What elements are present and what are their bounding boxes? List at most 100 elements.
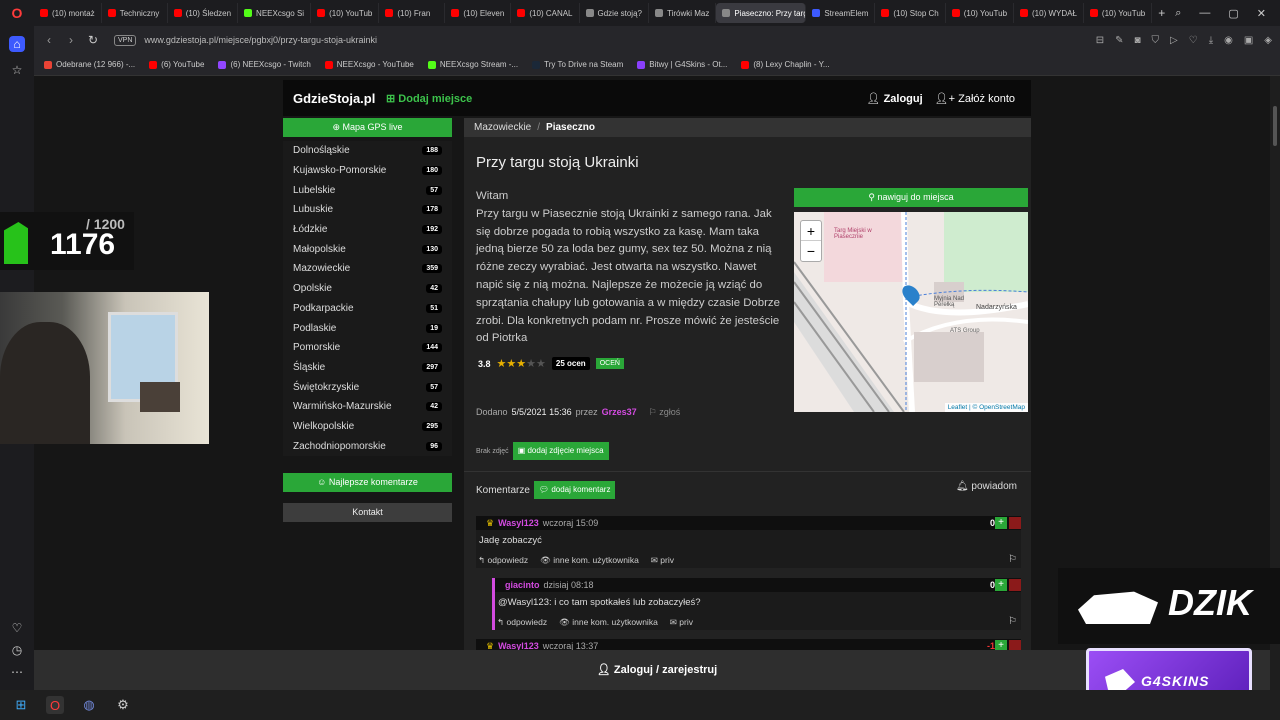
login-link[interactable]: 👤︎ Zaloguj [867,92,923,105]
box-icon[interactable]: ▣ [1244,35,1253,46]
author-link[interactable]: Grzes37 [602,407,637,418]
downvote-button[interactable] [1009,517,1021,529]
profile-icon[interactable]: ◉ [1224,35,1233,46]
heart-icon[interactable]: ♡ [1189,35,1198,46]
minimize-button[interactable]: — [1199,7,1210,19]
region-item[interactable]: Lubelskie 57 [283,180,452,200]
add-photo-button[interactable]: ▣ dodaj zdjęcie miejsca [512,442,609,460]
history-icon[interactable]: ◷ [9,642,25,658]
priv-link[interactable]: ✉ priv [670,617,693,628]
reload-button[interactable]: ↻ [82,33,104,47]
back-button[interactable]: ‹ [38,33,60,47]
split-icon[interactable]: ⊟ [1096,35,1104,46]
home-icon[interactable]: ⌂ [9,36,25,52]
region-item[interactable]: Małopolskie 130 [283,239,452,259]
browser-tab[interactable]: (10) Eleven [445,3,512,23]
location-map[interactable]: + − Targ Miejski w Piasecznie Myjnia Nad… [794,212,1028,412]
browser-tab[interactable]: Piaseczno: Przy targu [716,3,807,23]
reply-link[interactable]: ↰ odpowiedz [478,555,528,566]
bookmark-item[interactable]: NEEXcsgo Stream -... [427,60,518,69]
register-link[interactable]: 👤︎+ Załóż konto [935,92,1015,105]
report-link[interactable]: ⚐ zgłoś [649,407,681,418]
browser-tab[interactable]: (10) WYDAŁ [1014,3,1084,23]
browser-tab[interactable]: (10) YouTub [311,3,380,23]
region-item[interactable]: Warmińsko-Mazurskie 42 [283,397,452,417]
best-comments-button[interactable]: ☺ Najlepsze komentarze [283,473,452,492]
notify-link[interactable]: 🔔︎ powiadom [956,481,1017,492]
star-icon[interactable]: ★ [516,358,526,370]
browser-tab[interactable]: (10) Stop Ch [875,3,946,23]
zoom-out-button[interactable]: − [801,241,821,261]
region-item[interactable]: Zachodniopomorskie 96 [283,436,452,456]
region-item[interactable]: Łódzkie 192 [283,220,452,240]
region-item[interactable]: Śląskie 297 [283,358,452,378]
map-attribution[interactable]: Leaflet | © OpenStreetMap [944,403,1028,412]
star-icon[interactable]: ★ [536,358,546,370]
region-item[interactable]: Kujawsko-Pomorskie 180 [283,161,452,181]
browser-tab[interactable]: (10) YouTub [1084,3,1153,23]
upvote-button[interactable]: + [995,579,1007,591]
browser-tab[interactable]: Tirówki Maz [649,3,717,23]
browser-tab[interactable]: (10) montaż [34,3,102,23]
region-item[interactable]: Świętokrzyskie 57 [283,377,452,397]
add-comment-button[interactable]: 💬︎ dodaj komentarz [533,481,616,499]
other-comments-link[interactable]: 👁︎ inne kom. użytkownika [559,617,658,628]
heart-icon[interactable]: ♡ [9,620,25,636]
vpn-badge[interactable]: VPN [114,34,137,46]
bookmark-item[interactable]: (8) Lexy Chaplin - Y... [741,60,830,69]
maximize-button[interactable]: ▢ [1228,7,1238,20]
app-taskbar-icon[interactable]: ⚙ [114,696,132,714]
region-item[interactable]: Mazowieckie 359 [283,259,452,279]
region-item[interactable]: Podlaskie 19 [283,318,452,338]
add-place-link[interactable]: ⊞ Dodaj miejsce [386,92,472,105]
search-tabs-icon[interactable]: ⌕ [1175,7,1181,20]
priv-link[interactable]: ✉ priv [651,555,674,566]
opera-taskbar-icon[interactable]: O [46,696,64,714]
region-item[interactable]: Podkarpackie 51 [283,299,452,319]
opera-logo-icon[interactable]: O [0,0,34,26]
close-window-button[interactable]: ✕ [1257,7,1266,20]
bookmark-item[interactable]: Try To Drive na Steam [532,60,623,69]
site-logo[interactable]: GdzieStoja.pl [293,91,375,106]
flag-icon[interactable]: ⚐ [1008,616,1017,627]
star-icon[interactable]: ★ [526,358,536,370]
gps-map-button[interactable]: ⊕ Mapa GPS live [283,118,452,137]
region-item[interactable]: Dolnośląskie 188 [283,141,452,161]
browser-tab[interactable]: NEEXcsgo Si [238,3,312,23]
browser-tab[interactable]: Techniczny [102,3,168,23]
region-item[interactable]: Wielkopolskie 295 [283,417,452,437]
browser-tab[interactable]: (10) YouTub [946,3,1015,23]
breadcrumb-region[interactable]: Mazowieckie [474,122,531,133]
bookmark-item[interactable]: (6) YouTube [149,60,204,69]
region-item[interactable]: Lubuskie 178 [283,200,452,220]
comment-author[interactable]: Wasyl123 [498,518,539,528]
shield-icon[interactable]: ⛉ [1152,35,1160,46]
ai-icon[interactable]: ◈ [1264,35,1272,46]
windows-start-icon[interactable]: ⊞ [12,696,30,714]
bookmark-item[interactable]: NEEXcsgo - YouTube [324,60,414,69]
bookmark-item[interactable]: Odebrane (12 966) -... [44,60,135,69]
url-field[interactable]: www.gdziestoja.pl/miejsce/pgbxj0/przy-ta… [144,35,377,45]
star-icon[interactable]: ★ [506,358,516,370]
new-tab-button[interactable]: + [1152,3,1172,23]
zoom-in-button[interactable]: + [801,221,821,241]
scrollbar-thumb[interactable] [1273,106,1277,146]
browser-tab[interactable]: (10) CANAL [511,3,580,23]
navigate-button[interactable]: ⚲ nawiguj do miejsca [794,188,1028,207]
other-comments-link[interactable]: 👁︎ inne kom. użytkownika [540,555,639,566]
upvote-button[interactable]: + [995,517,1007,529]
browser-tab[interactable]: StreamElem [806,3,876,23]
bookmark-item[interactable]: Bitwy | G4Skins - Ot... [637,60,727,69]
reply-link[interactable]: ↰ odpowiedz [497,617,547,628]
discord-taskbar-icon[interactable]: ◍ [80,696,98,714]
bookmark-item[interactable]: (6) NEEXcsgo - Twitch [218,60,311,69]
rating-stars[interactable]: ★★★★★ [497,357,546,370]
camera-icon[interactable]: ◙ [1134,35,1140,46]
flag-icon[interactable]: ⚐ [1008,554,1017,565]
browser-tab[interactable]: Gdzie stoją? [580,3,649,23]
rate-button[interactable]: OCEŃ [595,358,624,369]
browser-tab[interactable]: (10) Śledzen [168,3,239,23]
downvote-button[interactable] [1009,579,1021,591]
region-item[interactable]: Opolskie 42 [283,279,452,299]
comment-author[interactable]: giacinto [505,580,540,590]
